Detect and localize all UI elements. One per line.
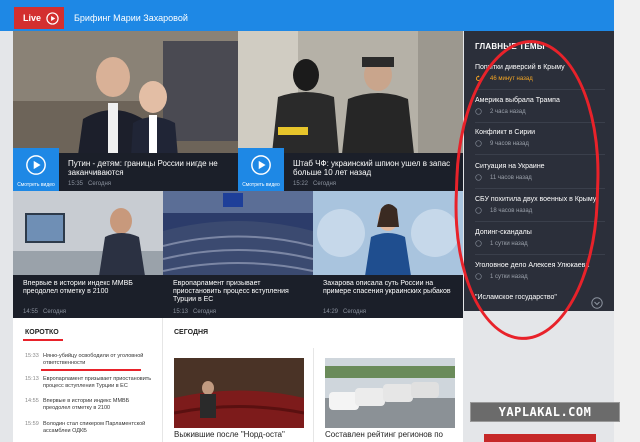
news-photo bbox=[325, 358, 455, 428]
divider bbox=[313, 348, 314, 442]
segodnya-card[interactable]: Составлен рейтинг регионов по bbox=[325, 348, 461, 442]
news-title[interactable]: Европарламент призывает приостановить пр… bbox=[173, 280, 308, 304]
top-bar: Live Брифинг Марии Захаровой bbox=[0, 0, 614, 31]
news-photo bbox=[174, 358, 304, 428]
korotko-section: КОРОТКО 15:33 Няню-убийцу освободили от у… bbox=[13, 318, 162, 442]
news-time: 15:13 Сегодня bbox=[173, 309, 217, 315]
korotko-item[interactable]: 15:59 Володин стал спикером Парламентской… bbox=[25, 421, 157, 435]
featured-time: 15:35 Сегодня bbox=[68, 181, 112, 187]
korotko-title: КОРОТКО bbox=[25, 329, 59, 336]
news-caption: Захарова описала суть России на примере … bbox=[313, 275, 463, 318]
news-photo bbox=[313, 191, 463, 276]
news-caption: Европарламент призывает приостановить пр… bbox=[163, 275, 313, 318]
segodnya-title: СЕГОДНЯ bbox=[174, 329, 209, 336]
news-photo bbox=[13, 191, 163, 276]
chevron-down-icon[interactable] bbox=[591, 297, 603, 309]
red-underline bbox=[23, 339, 63, 341]
featured-card-spy[interactable]: Штаб ЧФ: украинский шпион ушел в запас б… bbox=[238, 31, 463, 191]
featured-card-putin[interactable]: Путин - детям: границы России нигде не з… bbox=[13, 31, 238, 191]
ad-banner[interactable] bbox=[484, 434, 596, 442]
red-underline bbox=[41, 369, 141, 371]
play-icon bbox=[46, 11, 59, 25]
page-gutter bbox=[614, 0, 640, 442]
watch-video-button[interactable]: Смотреть видео bbox=[238, 148, 284, 191]
news-caption: Впервые в истории индекс ММВБ преодолел … bbox=[13, 275, 163, 318]
live-briefing-link[interactable]: Брифинг Марии Захаровой bbox=[74, 13, 188, 23]
news-card-europarliament[interactable]: Европарламент призывает приостановить пр… bbox=[163, 191, 313, 318]
news-title[interactable]: Впервые в истории индекс ММВБ преодолел … bbox=[23, 280, 158, 296]
watermark-logo: YAPLAKAL.COM bbox=[470, 402, 620, 422]
live-label: Live bbox=[23, 13, 42, 23]
korotko-item[interactable]: 15:33 Няню-убийцу освободили от уголовной… bbox=[25, 353, 157, 367]
korotko-item[interactable]: 15:13 Европарламент призывает приостанови… bbox=[25, 376, 157, 390]
news-time: 14:55 Сегодня bbox=[23, 309, 67, 315]
news-card-mmvb[interactable]: Впервые в истории индекс ММВБ преодолел … bbox=[13, 191, 163, 318]
watch-video-label: Смотреть видео bbox=[242, 182, 280, 188]
korotko-item[interactable]: 14:55 Впервые в истории индекс ММВБ преод… bbox=[25, 398, 157, 412]
play-icon bbox=[26, 155, 46, 175]
watch-video-label: Смотреть видео bbox=[17, 182, 55, 188]
featured-title[interactable]: Путин - детям: границы России нигде не з… bbox=[68, 159, 228, 177]
news-photo bbox=[163, 191, 313, 276]
news-time: 14:29 Сегодня bbox=[323, 309, 367, 315]
segodnya-section: СЕГОДНЯ Выжившие после "Норд-оста" Соста… bbox=[162, 318, 463, 442]
live-button[interactable]: Live bbox=[14, 7, 64, 29]
news-title[interactable]: Захарова описала суть России на примере … bbox=[323, 280, 458, 296]
segodnya-card-title: Составлен рейтинг регионов по bbox=[325, 430, 443, 439]
featured-title[interactable]: Штаб ЧФ: украинский шпион ушел в запас б… bbox=[293, 159, 458, 177]
featured-time: 15:22 Сегодня bbox=[293, 181, 337, 187]
play-icon bbox=[251, 155, 271, 175]
segodnya-card[interactable]: Выжившие после "Норд-оста" bbox=[174, 348, 310, 442]
segodnya-card-title: Выжившие после "Норд-оста" bbox=[174, 430, 285, 439]
watch-video-button[interactable]: Смотреть видео bbox=[13, 148, 59, 191]
news-card-zakharova[interactable]: Захарова описала суть России на примере … bbox=[313, 191, 463, 318]
